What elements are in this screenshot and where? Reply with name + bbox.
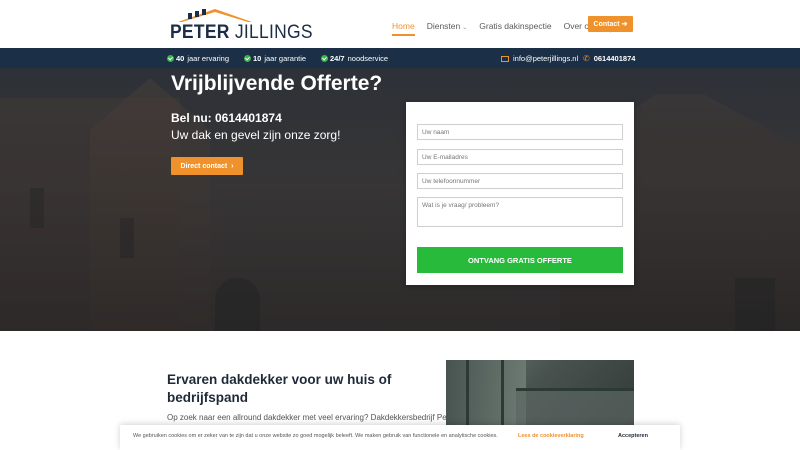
hero-phone[interactable]: Bel nu: 0614401874 <box>171 111 282 125</box>
section-intro-text: Op zoek naar een allround dakdekker met … <box>167 413 457 422</box>
usp-number: 10 <box>253 54 262 63</box>
direct-contact-button[interactable]: Direct contact › <box>171 157 243 175</box>
hero-section <box>0 68 800 331</box>
usp-number: 24/7 <box>330 54 345 63</box>
logo-second-word: JILLINGS <box>234 22 313 43</box>
usp-number: 40 <box>176 54 185 63</box>
arrow-right-icon: ➔ <box>621 21 628 28</box>
cookie-banner: We gebruiken cookies om er zeker van te … <box>120 425 680 450</box>
logo-first-word: PETER <box>170 22 230 43</box>
chevron-right-icon: › <box>231 162 234 170</box>
nav-gratis-dakinspectie[interactable]: Gratis dakinspectie <box>479 21 551 31</box>
contact-button[interactable]: Contact ➔ <box>588 16 633 32</box>
contact-button-label: Contact <box>593 20 620 28</box>
usp-label: jaar garantie <box>264 54 307 63</box>
name-input[interactable]: Uw naam <box>417 124 623 140</box>
hero-subtitle: Uw dak en gevel zijn onze zorg! <box>171 128 341 142</box>
cookie-text: We gebruiken cookies om er zeker van te … <box>133 433 498 439</box>
nav-home[interactable]: Home <box>392 21 415 36</box>
mail-icon <box>501 55 509 62</box>
hero-title: Vrijblijvende Offerte? <box>171 72 383 95</box>
email-link[interactable]: info@peterjillings.nl <box>501 54 578 63</box>
usp-guarantee: 10 jaar garantie <box>244 54 306 63</box>
cookie-policy-link[interactable]: Lees de cookieverklaring <box>518 433 584 439</box>
usp-experience: 40 jaar ervaring <box>167 54 229 63</box>
quote-form: Uw naam Uw E-mailadres Uw telefoonnummer… <box>406 102 634 285</box>
section-title: Ervaren dakdekker voor uw huis of bedrij… <box>167 372 392 405</box>
nav-diensten-label: Diensten <box>426 21 461 31</box>
photo-shape <box>516 388 634 391</box>
site-header: PETER JILLINGS Home Diensten ⌄ Gratis dak… <box>0 0 800 48</box>
phone-text: 0614401874 <box>593 54 636 63</box>
cookie-accept-button[interactable]: Accepteren <box>618 433 648 439</box>
check-icon <box>167 55 174 62</box>
message-textarea[interactable]: Wat is je vraag/ probleem? <box>417 197 623 227</box>
nav-diensten[interactable]: Diensten ⌄ <box>427 21 468 31</box>
chevron-down-icon: ⌄ <box>462 25 468 31</box>
phone-input[interactable]: Uw telefoonnummer <box>417 173 623 189</box>
check-icon <box>321 55 328 62</box>
submit-quote-button[interactable]: ONTVANG GRATIS OFFERTE <box>417 247 623 273</box>
check-icon <box>244 55 251 62</box>
info-bar: 40 jaar ervaring 10 jaar garantie 24/7 n… <box>0 48 800 68</box>
email-text: info@peterjillings.nl <box>513 54 579 63</box>
hero-overlay <box>0 68 800 331</box>
logo-text: PETER JILLINGS <box>170 22 313 44</box>
usp-label: noodservice <box>347 54 389 63</box>
usp-label: jaar ervaring <box>187 54 230 63</box>
phone-icon: ✆ <box>583 54 590 63</box>
direct-contact-label: Direct contact <box>180 162 228 170</box>
usp-emergency: 24/7 noodservice <box>321 54 388 63</box>
logo[interactable]: PETER JILLINGS <box>168 8 313 43</box>
phone-link[interactable]: ✆ 0614401874 <box>583 54 638 63</box>
email-input[interactable]: Uw E-mailadres <box>417 149 623 165</box>
